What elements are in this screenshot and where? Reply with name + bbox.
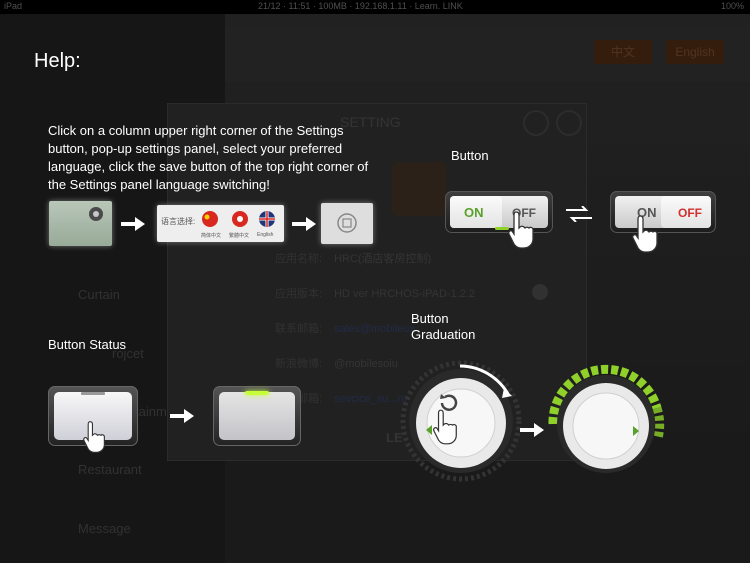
- save-icon: [337, 213, 357, 233]
- arrow-right-icon: [121, 217, 145, 231]
- help-title: Help:: [34, 50, 81, 72]
- hand-pointer-icon: [433, 409, 457, 445]
- china-flag-icon: [202, 211, 218, 227]
- lang-option-traditional: 繁體中文: [229, 233, 250, 239]
- graduation-knob-after[interactable]: [545, 363, 667, 485]
- gear-icon: [89, 207, 103, 221]
- arrow-right-icon: [292, 217, 316, 231]
- hongkong-flag-icon: [232, 211, 248, 227]
- settings-thumbnail: [49, 201, 112, 246]
- hand-pointer-icon: [508, 211, 534, 249]
- hand-pointer-icon: [83, 421, 105, 453]
- button-label: Button: [451, 148, 489, 163]
- button-status-label: Button Status: [48, 337, 127, 352]
- toggle-off-example[interactable]: ON OFF: [610, 191, 716, 233]
- arrow-right-icon: [170, 409, 194, 423]
- language-prompt: 语言选择:: [161, 217, 196, 226]
- hand-pointer-icon: [632, 215, 658, 253]
- arrow-right-icon: [520, 423, 544, 437]
- help-instructions: Click on a column upper right corner of …: [48, 123, 369, 192]
- toggle-off-text: OFF: [678, 206, 702, 220]
- save-thumbnail: [321, 203, 373, 244]
- button-graduation-label: Button Graduation: [411, 311, 476, 342]
- lang-option-english: English: [257, 232, 274, 238]
- uk-flag-icon: [259, 211, 275, 227]
- graduation-knob-before[interactable]: [400, 360, 522, 482]
- swap-arrows-icon: [566, 206, 592, 222]
- toggle-on-text: ON: [464, 205, 484, 220]
- lang-option-simplified: 简体中文: [201, 233, 222, 239]
- language-popup-thumbnail: 语言选择: 简体中文 繁體中文 English: [157, 205, 284, 242]
- button-pressed-example[interactable]: [213, 386, 301, 446]
